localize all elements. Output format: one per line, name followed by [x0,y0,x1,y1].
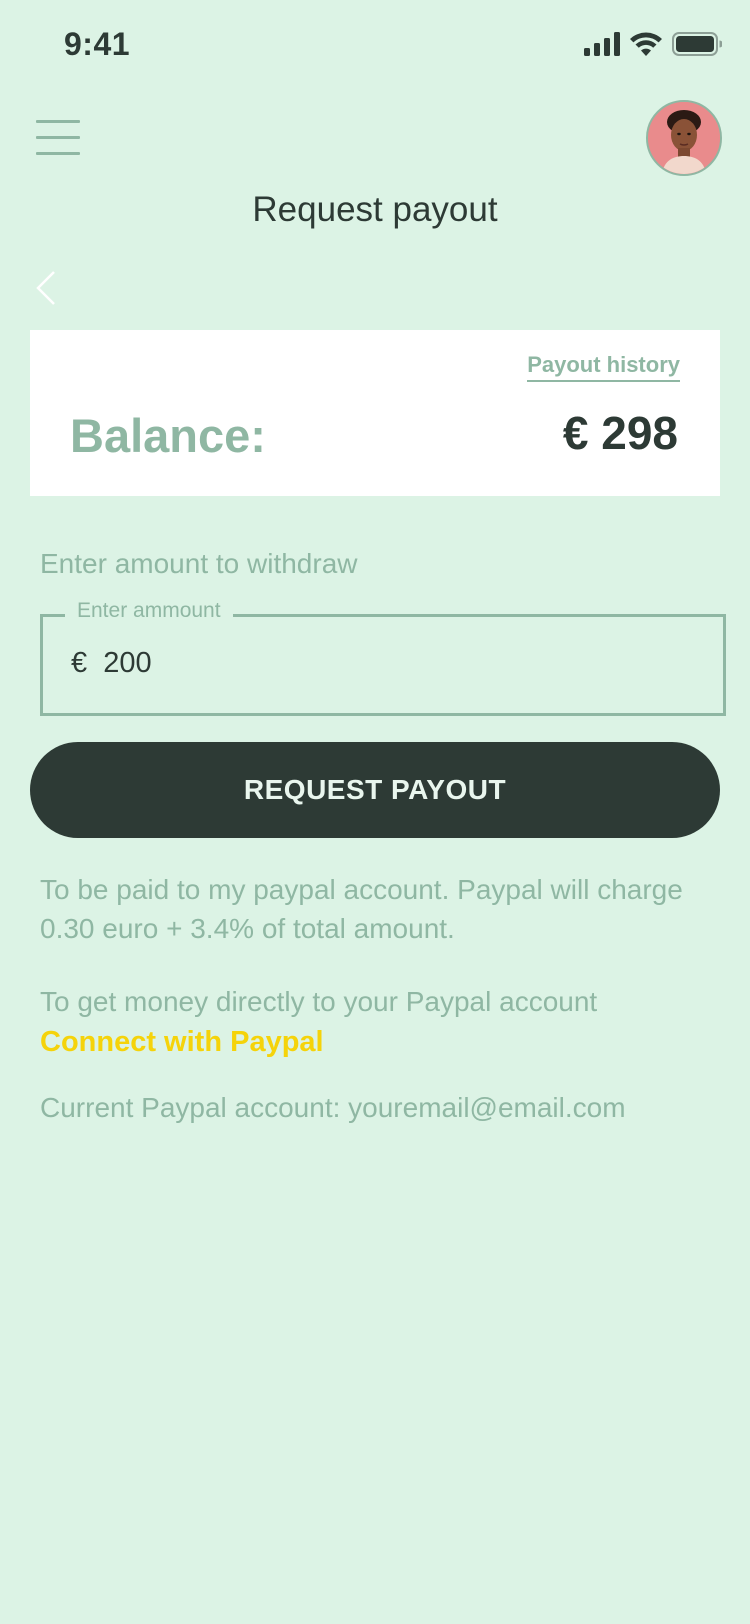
chevron-left-icon[interactable] [32,266,62,310]
request-payout-button[interactable]: REQUEST PAYOUT [30,742,720,838]
page-title: Request payout [252,190,498,229]
current-paypal-account: Current Paypal account: youremail@email.… [40,1092,626,1123]
payout-history-link[interactable]: Payout history [527,352,680,382]
amount-field-label: Enter ammount [65,599,233,623]
cellular-signal-icon [584,32,620,56]
withdraw-label: Enter amount to withdraw [40,548,358,579]
status-time: 9:41 [64,26,131,62]
balance-card: Payout history Balance: € 298 [30,330,720,496]
battery-icon [672,32,722,56]
balance-label: Balance: [70,409,266,462]
balance-value: € 298 [562,407,678,459]
status-bar: 9:41 [0,0,750,90]
connect-prompt: To get money directly to your Paypal acc… [40,986,598,1017]
amount-value[interactable]: € 200 [71,647,152,680]
profile-photo-icon [648,102,720,174]
hamburger-menu-icon[interactable] [36,118,80,156]
amount-input[interactable]: Enter ammount € 200 [40,599,726,716]
fee-note: To be paid to my paypal account. Paypal … [40,874,699,944]
avatar[interactable] [646,100,722,176]
status-icons [584,32,722,56]
wifi-icon [630,32,662,56]
connect-paypal-link[interactable]: Connect with Paypal [40,1026,324,1059]
